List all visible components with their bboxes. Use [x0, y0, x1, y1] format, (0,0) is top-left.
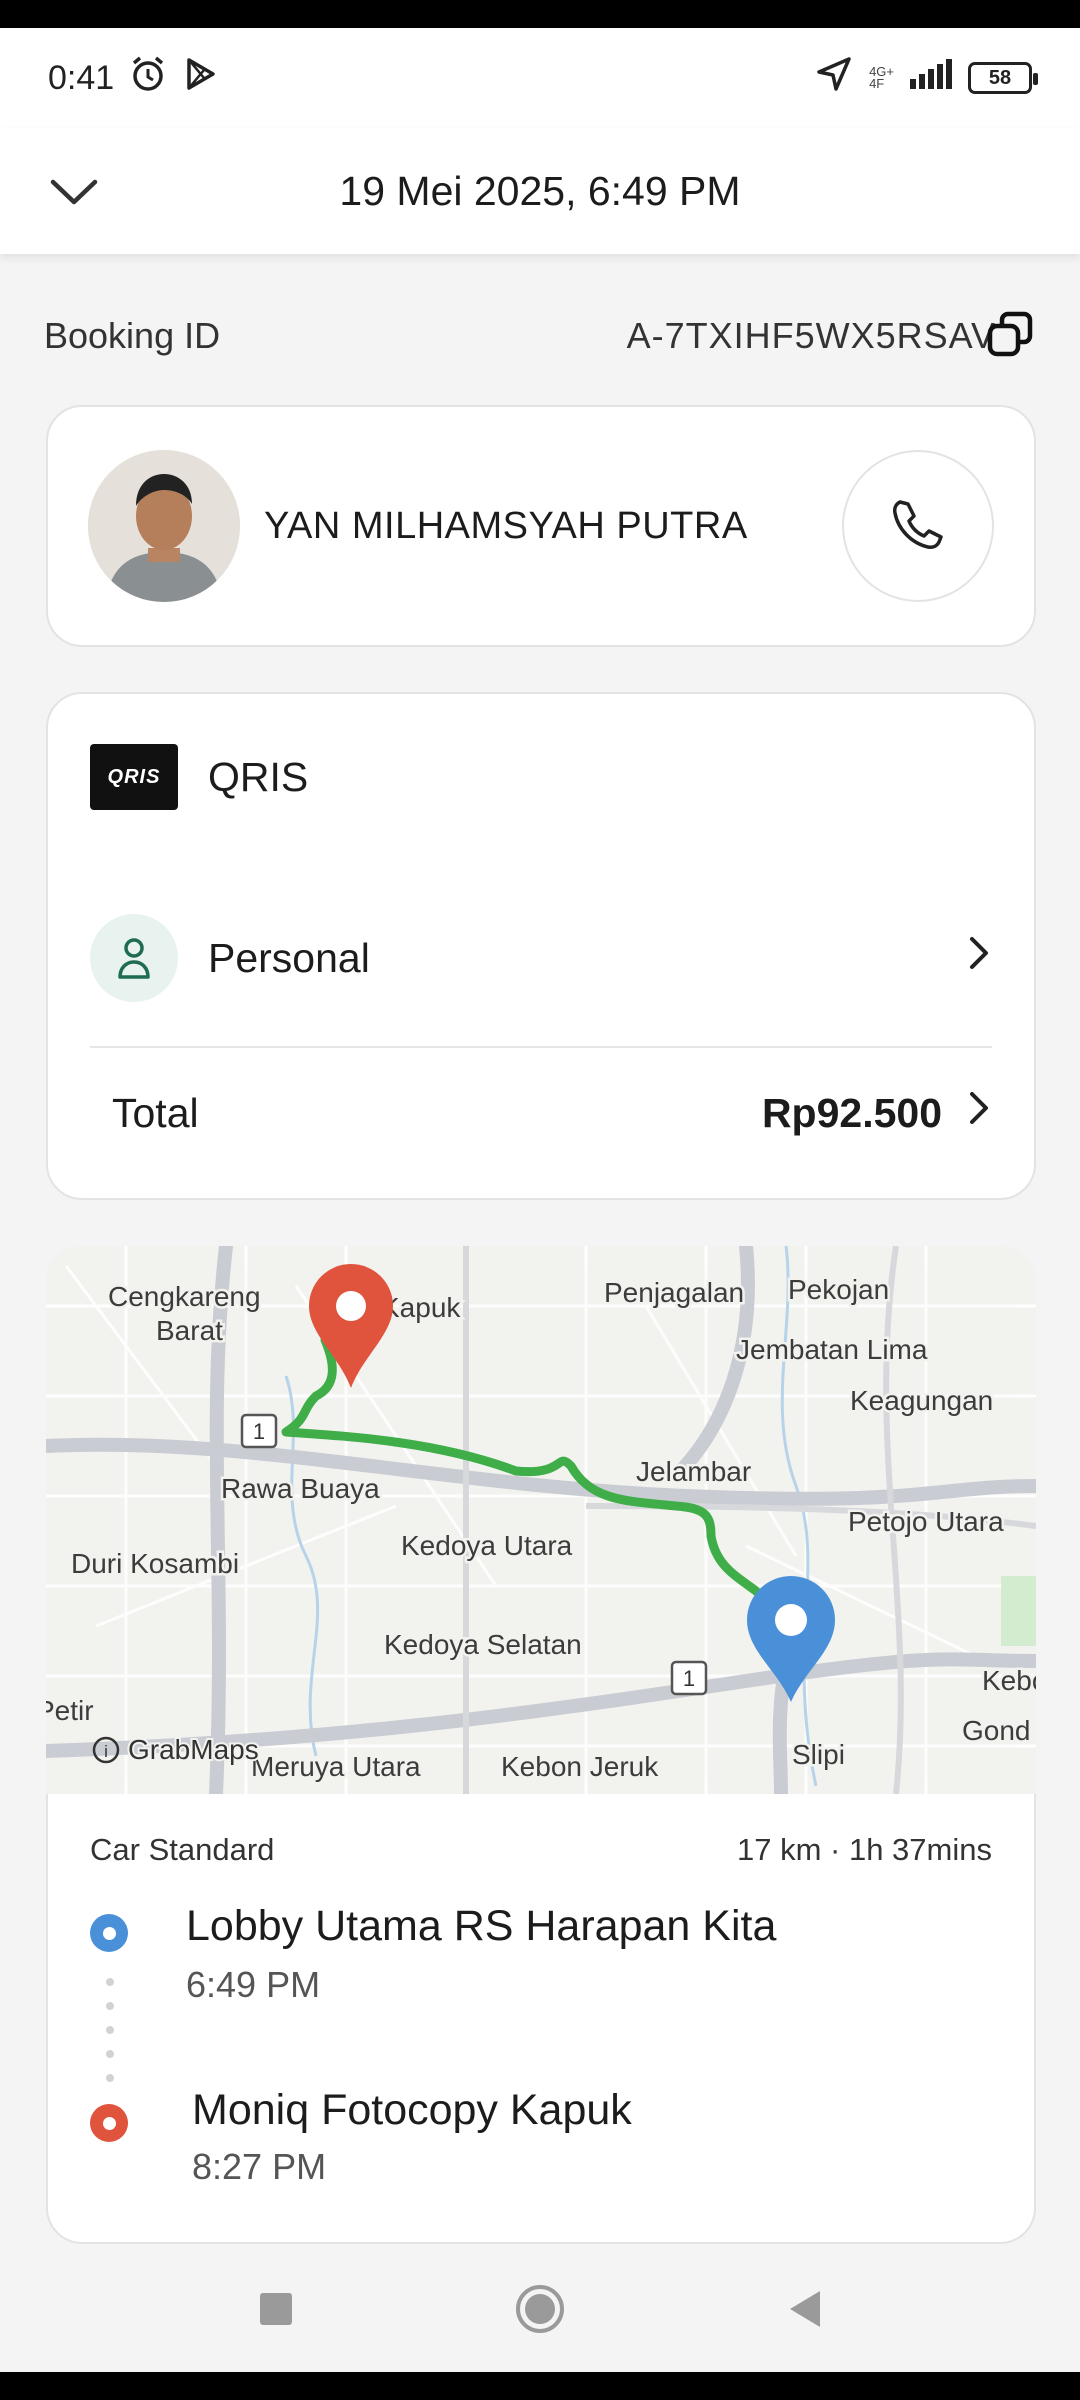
profile-row[interactable]: Personal: [90, 914, 992, 1002]
map-label: Kedoya Utara: [401, 1530, 573, 1561]
map-label: Gond: [962, 1715, 1031, 1746]
map-label: Barat: [156, 1315, 223, 1346]
map-label: Petojo Utara: [848, 1506, 1004, 1537]
top-system-edge: [0, 0, 1080, 28]
booking-id-label: Booking ID: [44, 315, 221, 356]
page-title: 19 Mei 2025, 6:49 PM: [339, 167, 741, 214]
map-label: Pekojan: [788, 1274, 889, 1305]
total-amount: Rp92.500: [761, 1089, 942, 1136]
trip-meta: Car Standard 17 km · 1h 37mins: [90, 1832, 992, 1868]
driver-name: YAN MILHAMSYAH PUTRA: [264, 504, 748, 547]
copy-icon[interactable]: [986, 310, 1036, 369]
map-label: Cengkareng: [108, 1281, 261, 1312]
page-header: 19 Mei 2025, 6:49 PM: [0, 128, 1080, 254]
svg-text:i: i: [104, 1742, 108, 1761]
payment-method-label: QRIS: [208, 753, 309, 800]
total-label: Total: [112, 1089, 199, 1136]
play-store-icon: [182, 56, 218, 101]
vehicle-type: Car Standard: [90, 1832, 275, 1867]
map-label: Duri Kosambi: [71, 1548, 239, 1579]
status-bar: 0:41 4G+ 4F 58: [0, 28, 1080, 128]
dropoff-place: Moniq Fotocopy Kapuk: [192, 2086, 632, 2134]
pickup-place: Lobby Utama RS Harapan Kita: [186, 1902, 777, 1950]
divider: [90, 1046, 992, 1048]
pickup-dot-icon: [90, 1914, 128, 1952]
map-label: Meruya Utara: [251, 1751, 421, 1782]
map-label: Penjagalan: [604, 1277, 744, 1308]
chevron-right-icon: [968, 1088, 992, 1138]
map-label: Kedoya Selatan: [384, 1629, 582, 1660]
network-type: 4G+ 4F: [869, 64, 894, 91]
triangle-back-icon[interactable]: [786, 2289, 822, 2334]
system-nav-bar: [0, 2250, 1080, 2372]
payment-card: QRIS QRIS Personal Total Rp92.500: [46, 692, 1036, 1200]
profile-label: Personal: [208, 934, 370, 981]
avatar: [88, 450, 240, 602]
bottom-system-edge: [0, 2372, 1080, 2400]
map-label: Kebon Jeruk: [501, 1751, 659, 1782]
map-label: Keagungan: [850, 1385, 993, 1416]
circle-icon[interactable]: [514, 2283, 566, 2340]
driver-card: YAN MILHAMSYAH PUTRA: [46, 405, 1036, 647]
chevron-right-icon: [968, 933, 992, 983]
booking-id-value: A-7TXIHF5WX5RSAV: [626, 315, 996, 356]
booking-id-row: Booking ID A-7TXIHF5WX5RSAV: [44, 296, 1036, 376]
phone-icon: [888, 494, 948, 559]
location-arrow-icon: [815, 55, 853, 102]
map-label: Kapuk: [381, 1292, 461, 1323]
battery-icon: 58: [968, 62, 1038, 94]
map-label: Slipi: [792, 1739, 845, 1770]
map-label: Jembatan Lima: [736, 1334, 928, 1365]
qris-logo: QRIS: [90, 744, 178, 810]
pickup-time: 6:49 PM: [186, 1964, 321, 2005]
alarm-icon: [128, 54, 168, 103]
payment-method-row: QRIS QRIS: [90, 744, 992, 810]
route-number-1: 1: [253, 1419, 265, 1444]
map-label: Rawa Buaya: [221, 1473, 380, 1504]
svg-text:GrabMaps: GrabMaps: [128, 1734, 259, 1765]
dropoff-time: 8:27 PM: [192, 2146, 327, 2187]
map-label: Petir: [46, 1695, 94, 1726]
signal-icon: [910, 58, 952, 98]
route-number-2: 1: [683, 1666, 695, 1691]
call-button[interactable]: [842, 450, 994, 602]
route-connector: [106, 1978, 114, 2098]
map-label: Kebo: [982, 1665, 1036, 1696]
trip-details: Car Standard 17 km · 1h 37mins Lobby Uta…: [46, 1794, 1036, 2244]
status-time: 0:41: [48, 58, 115, 97]
route-map[interactable]: 1 1 Cengkareng Barat Kapuk Penjagalan Pe…: [46, 1246, 1036, 1794]
square-icon[interactable]: [258, 2291, 294, 2332]
distance-duration: 17 km · 1h 37mins: [737, 1832, 992, 1867]
chevron-down-icon[interactable]: [44, 162, 104, 222]
map-label: Jelambar: [636, 1456, 751, 1487]
total-row[interactable]: Total Rp92.500: [90, 1088, 992, 1138]
person-icon: [90, 914, 178, 1002]
dropoff-dot-icon: [90, 2104, 128, 2142]
